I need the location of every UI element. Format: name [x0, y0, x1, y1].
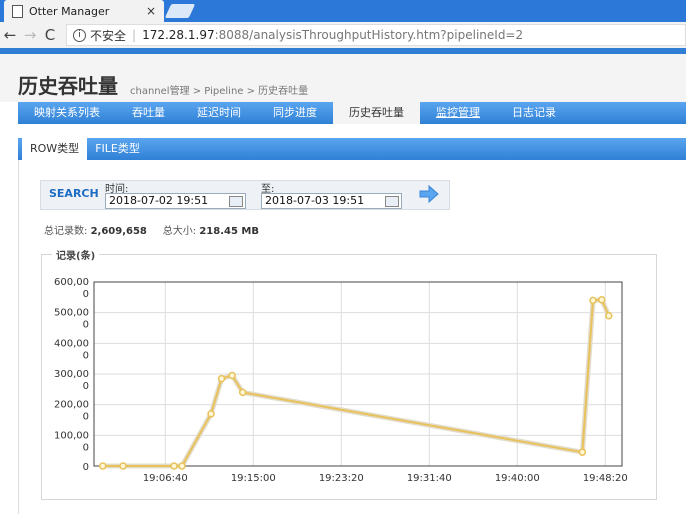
data-point [228, 371, 236, 380]
y-tick-label: 500,00 0 [54, 308, 89, 331]
y-tick-label-part: 0 [83, 289, 89, 300]
y-tick-label-part: 0 [83, 350, 89, 361]
data-point [170, 462, 178, 470]
y-tick-label: 0 [83, 462, 89, 473]
x-tick-label: 19:06:40 [143, 473, 188, 484]
data-point [605, 311, 613, 320]
data-point [589, 296, 597, 305]
x-tick-label: 19:40:00 [495, 473, 540, 484]
data-point [598, 296, 606, 304]
data-point [178, 462, 186, 470]
y-tick-label-part: 100,00 [54, 430, 89, 441]
y-tick-label-part: 0 [83, 412, 89, 423]
data-point [207, 410, 215, 418]
x-tick-label: 19:31:40 [407, 473, 452, 484]
y-tick-label: 100,00 0 [54, 430, 89, 453]
y-tick-label-part: 0 [83, 320, 89, 331]
throughput-chart: 600,00 0500,00 0400,00 0300,00 0200,00 0100,0… [54, 277, 628, 484]
data-point [119, 462, 127, 470]
data-point [217, 374, 226, 383]
x-tick-label: 19:15:00 [231, 473, 276, 484]
data-point [238, 388, 247, 397]
y-tick-label-part: 500,00 [54, 308, 89, 319]
y-tick-label-part: 0 [83, 462, 89, 473]
y-tick-label-part: 200,00 [54, 400, 89, 411]
y-tick-label: 400,00 0 [54, 338, 89, 361]
y-tick-label: 600,00 0 [54, 277, 89, 300]
x-tick-label: 19:48:20 [583, 473, 628, 484]
y-tick-label: 200,00 0 [54, 400, 89, 423]
y-tick-label-part: 0 [83, 381, 89, 392]
data-point [578, 448, 587, 456]
y-tick-label-part: 300,00 [54, 369, 89, 380]
data-point [99, 462, 107, 470]
y-tick-label: 300,00 0 [54, 369, 89, 392]
y-tick-label-part: 0 [83, 442, 89, 453]
x-tick-label: 19:23:20 [319, 473, 364, 484]
y-tick-label-part: 600,00 [54, 277, 89, 288]
y-tick-label-part: 400,00 [54, 338, 89, 349]
